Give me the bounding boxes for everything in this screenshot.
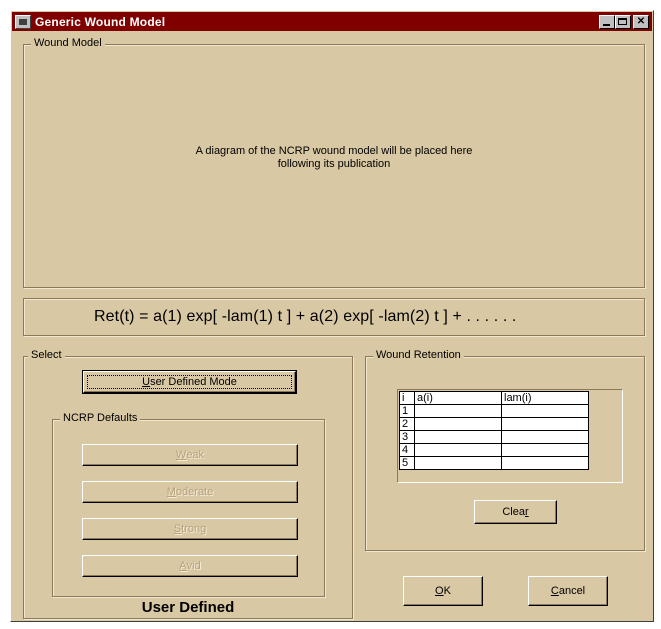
avid-mnemonic: A (179, 560, 187, 572)
avid-label: vid (186, 560, 201, 572)
maximize-icon (618, 17, 627, 25)
minimize-icon (603, 23, 610, 26)
row-index: 2 (399, 417, 415, 431)
minimize-button[interactable] (599, 14, 615, 29)
wound-model-label: Wound Model (31, 37, 105, 49)
strong-button[interactable]: Strong (82, 518, 298, 540)
cell-lam[interactable] (501, 443, 589, 457)
generic-wound-model-window: Generic Wound Model ✕ Wound Model A diag… (10, 10, 654, 622)
clear-label: Clea (502, 506, 525, 518)
user-defined-mnemonic: U (142, 376, 151, 388)
moderate-button[interactable]: Moderate (82, 481, 298, 503)
cancel-label: ancel (558, 585, 586, 597)
cell-a[interactable] (414, 456, 502, 470)
cell-lam[interactable] (501, 430, 589, 444)
cancel-mnemonic: C (550, 585, 559, 597)
close-icon: ✕ (636, 15, 646, 27)
weak-label: eak (186, 449, 205, 461)
retention-table: i a(i) lam(i) 1 2 3 4 5 (399, 391, 589, 470)
cell-lam[interactable] (501, 404, 589, 418)
moderate-label: oderate (175, 486, 214, 498)
cell-a[interactable] (414, 443, 502, 457)
user-defined-mode-button[interactable]: User Defined Mode (82, 370, 297, 394)
diagram-text-line1: A diagram of the NCRP wound model will b… (195, 145, 473, 157)
row-index: 5 (399, 456, 415, 470)
selection-status: User Defined (141, 599, 235, 616)
header-lam: lam(i) (501, 391, 589, 405)
window-controls: ✕ (599, 14, 649, 29)
clear-button[interactable]: Clea r (474, 500, 557, 524)
avid-button[interactable]: Avid (82, 555, 298, 577)
ok-button[interactable]: OK (403, 576, 483, 606)
cell-lam[interactable] (501, 456, 589, 470)
title-bar[interactable]: Generic Wound Model ✕ (12, 12, 652, 31)
close-button[interactable]: ✕ (633, 14, 649, 29)
diagram-placeholder: A diagram of the NCRP wound model will b… (24, 145, 644, 171)
user-defined-label: ser Defined Mode (150, 376, 237, 388)
ncrp-defaults-group: NCRP Defaults Weak Moderate Strong Avid (52, 412, 325, 597)
table-row: 2 (399, 417, 589, 431)
cell-a[interactable] (414, 430, 502, 444)
header-index: i (399, 391, 415, 405)
row-index: 4 (399, 443, 415, 457)
maximize-button[interactable] (615, 14, 631, 29)
table-row: 5 (399, 456, 589, 470)
retention-formula: Ret(t) = a(1) exp[ -lam(1) t ] + a(2) ex… (94, 308, 517, 325)
cell-lam[interactable] (501, 417, 589, 431)
ncrp-defaults-label: NCRP Defaults (60, 412, 141, 424)
moderate-mnemonic: M (166, 486, 176, 498)
row-index: 1 (399, 404, 415, 418)
app-icon[interactable] (15, 14, 31, 29)
table-row: 4 (399, 443, 589, 457)
weak-mnemonic: W (175, 449, 187, 461)
clear-mnemonic: r (524, 506, 529, 518)
cell-a[interactable] (414, 417, 502, 431)
formula-panel: Ret(t) = a(1) exp[ -lam(1) t ] + a(2) ex… (23, 298, 645, 336)
table-row: 1 (399, 404, 589, 418)
select-group: Select User Defined Mode NCRP Defaults W… (23, 349, 353, 619)
cell-a[interactable] (414, 404, 502, 418)
ok-mnemonic: O (435, 585, 444, 597)
window-title: Generic Wound Model (35, 14, 166, 29)
strong-mnemonic: S (173, 523, 182, 535)
cancel-button[interactable]: Cancel (528, 576, 608, 606)
table-row: 3 (399, 430, 589, 444)
header-a: a(i) (414, 391, 502, 405)
select-label: Select (28, 349, 65, 361)
weak-button[interactable]: Weak (82, 444, 298, 466)
row-index: 3 (399, 430, 415, 444)
diagram-text-line2: following its publication (277, 158, 391, 170)
table-header-row: i a(i) lam(i) (399, 391, 589, 405)
strong-label: trong (181, 523, 207, 535)
wound-model-group: Wound Model A diagram of the NCRP wound … (23, 37, 645, 288)
ok-label: K (443, 585, 451, 597)
wound-retention-label: Wound Retention (373, 349, 464, 361)
